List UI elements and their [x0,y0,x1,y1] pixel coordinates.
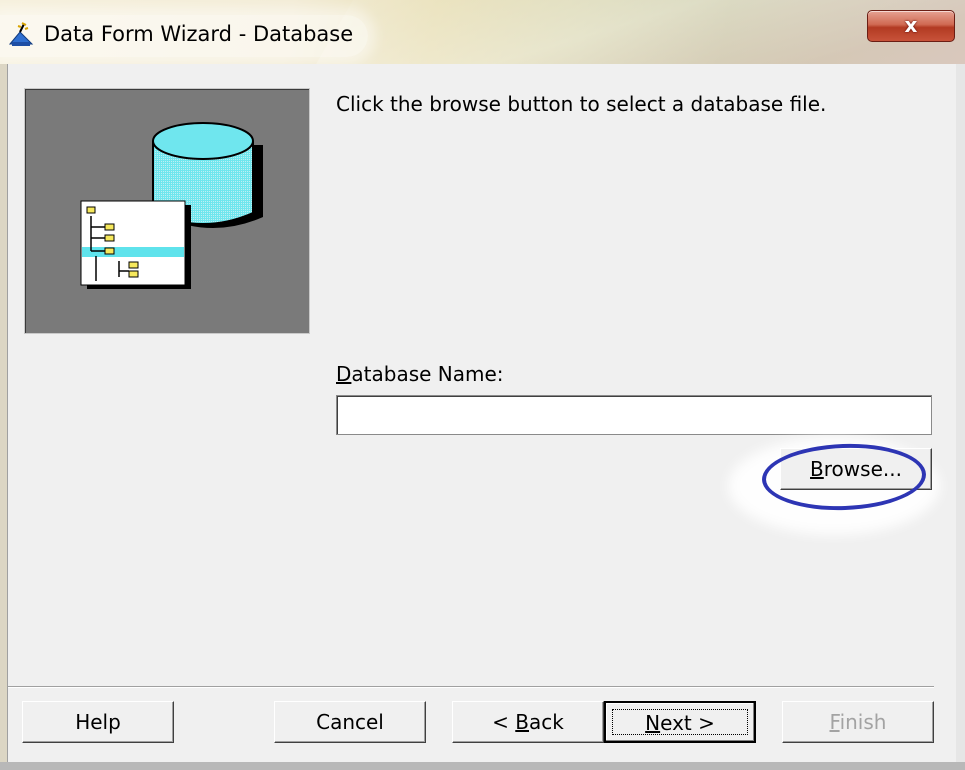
back-button-accel: B [515,710,529,734]
database-name-label-accel: D [336,362,352,386]
window-title: Data Form Wizard - Database [44,22,354,46]
close-icon: x [904,13,918,37]
wizard-app-icon [8,22,34,46]
next-button-accel: N [645,711,661,735]
back-button-label: ack [529,710,564,734]
finish-button-label: inish [839,710,887,734]
back-button[interactable]: < Back [452,701,604,743]
instructions-text: Click the browse button to select a data… [336,92,827,116]
database-tree-illustration [80,122,263,289]
back-button-prefix: < [492,710,516,734]
database-name-label-text: atabase Name: [351,362,504,386]
next-button[interactable]: Next > [604,701,756,743]
title-bar: Data Form Wizard - Database x [0,0,965,64]
cancel-button[interactable]: Cancel [274,701,426,743]
button-separator [8,686,934,688]
finish-button-accel: F [829,710,840,734]
window-frame-left [0,64,8,770]
window-frame-right [956,64,965,770]
next-button-label: ext > [660,711,715,735]
wizard-picture [24,88,310,334]
database-name-label: Database Name: [336,362,504,386]
next-button-focus-rect: Next > [612,709,748,735]
close-button[interactable]: x [867,10,955,42]
window-frame-bottom [0,762,965,770]
title-bar-glass [289,0,965,64]
help-button[interactable]: Help [22,701,174,743]
finish-button: Finish [782,701,934,743]
database-name-input[interactable] [336,395,932,435]
